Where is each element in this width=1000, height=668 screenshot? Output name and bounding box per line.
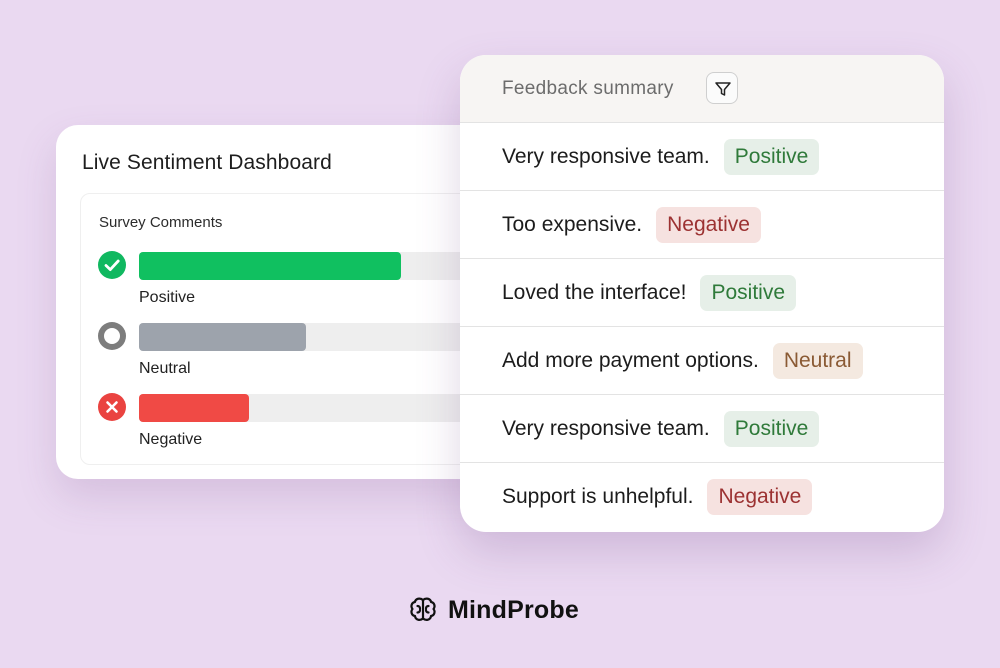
- sentiment-label-positive: Positive: [139, 289, 196, 306]
- dashboard-title: Live Sentiment Dashboard: [82, 151, 332, 174]
- sentiment-row-negative: Negative: [97, 392, 519, 452]
- feedback-row: Add more payment options. Neutral: [460, 327, 944, 395]
- sentiment-badge: Neutral: [772, 342, 863, 379]
- feedback-text: Very responsive team.: [502, 144, 710, 168]
- survey-comments-label: Survey Comments: [99, 214, 223, 231]
- sentiment-badge: Positive: [700, 274, 796, 311]
- feedback-text: Loved the interface!: [502, 280, 687, 304]
- sentiment-badge: Positive: [723, 138, 820, 175]
- brand-footer: MindProbe: [408, 594, 579, 626]
- sentiment-dashboard-card: Live Sentiment Dashboard Survey Comments…: [56, 125, 526, 479]
- sentiment-label-negative: Negative: [139, 431, 203, 448]
- brain-icon: [408, 595, 438, 625]
- feedback-row: Too expensive. Negative: [460, 191, 944, 259]
- filter-button[interactable]: [706, 72, 738, 104]
- x-circle-icon: [97, 392, 127, 422]
- feedback-text: Support is unhelpful.: [502, 485, 694, 508]
- sentiment-badge: Negative: [707, 479, 813, 515]
- brand-name: MindProbe: [448, 595, 579, 624]
- check-circle-icon: [97, 250, 127, 280]
- feedback-summary-card: Feedback summary Very responsive team. P…: [460, 55, 944, 532]
- sentiment-badge: Negative: [656, 206, 761, 243]
- sentiment-bar-fill-negative: [139, 394, 250, 422]
- feedback-row: Very responsive team. Positive: [460, 395, 944, 463]
- feedback-row: Very responsive team. Positive: [460, 123, 944, 191]
- sentiment-row-positive: Positive: [97, 250, 519, 310]
- sentiment-label-neutral: Neutral: [139, 360, 191, 377]
- feedback-text: Add more payment options.: [502, 348, 759, 372]
- sentiment-row-neutral: Neutral: [97, 321, 519, 381]
- feedback-row: Support is unhelpful. Negative: [460, 463, 944, 531]
- ring-circle-icon: [97, 321, 127, 351]
- feedback-summary-header: Feedback summary: [460, 55, 944, 123]
- feedback-text: Very responsive team.: [502, 416, 710, 440]
- feedback-summary-title: Feedback summary: [502, 78, 674, 99]
- sentiment-badge: Positive: [723, 410, 820, 447]
- sentiment-bar-fill-neutral: [139, 323, 307, 351]
- sentiment-bar-fill-positive: [139, 252, 402, 280]
- feedback-row: Loved the interface! Positive: [460, 259, 944, 327]
- feedback-text: Too expensive.: [502, 212, 643, 236]
- survey-comments-panel: Survey Comments Positive Neutral Negativ…: [80, 193, 519, 465]
